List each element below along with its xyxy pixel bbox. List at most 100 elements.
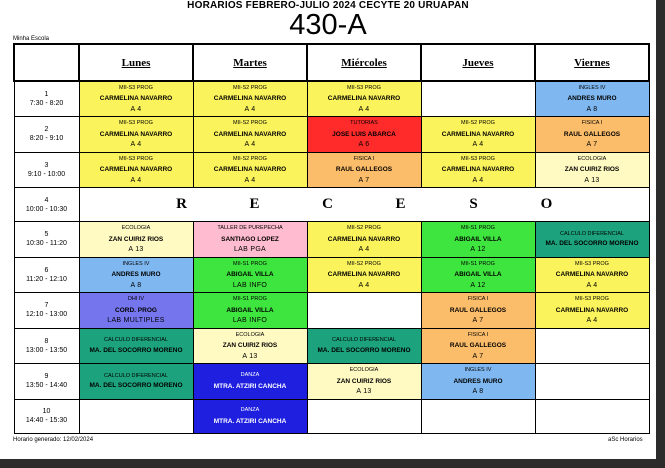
teacher-name: ZAN CUIRIZ RIOS <box>108 235 164 243</box>
class-cell: DANZA MTRA. ATZIRI CANCHA <box>194 406 306 426</box>
class-cell: ECOLOGIA ZAN CUIRIZ RIOS A 13 <box>80 224 192 255</box>
class-cell: INGLES IV ANDRES MURO A 8 <box>80 260 192 291</box>
class-slot-viernes: CALCULO DIFERENCIAL MA. DEL SOCORRO MOREN… <box>534 221 650 258</box>
class-slot-miercoles: CALCULO DIFERENCIAL MA. DEL SOCORRO MOREN… <box>306 327 422 364</box>
receso-letter: E <box>249 196 260 212</box>
class-cell: FISICA I RAUL GALLEGOS A 7 <box>536 119 648 150</box>
room-name: A 7 <box>472 317 484 324</box>
class-cell: DANZA MTRA. ATZIRI CANCHA <box>194 371 306 391</box>
period-label: 2 8:20 - 9:10 <box>13 116 80 153</box>
generated-date: Horario generado: 12/02/2024 <box>13 437 94 443</box>
class-slot-viernes: ECOLOGIA ZAN CUIRIZ RIOS A 13 <box>534 151 650 188</box>
teacher-name: CORD. PROG <box>115 306 157 314</box>
teacher-name: RAUL GALLEGOS <box>335 166 393 173</box>
day-header-row: Lunes Martes Miércoles Jueves Viernes <box>13 43 650 82</box>
teacher-name: CARMELINA NAVARRO <box>555 271 629 278</box>
subject-name: MII-S3 PROG <box>575 296 609 302</box>
subject-name: ECOLOGIA <box>349 367 379 373</box>
class-slot-jueves: MII-S3 PROG CARMELINA NAVARRO A 4 <box>420 151 536 188</box>
subject-name: CALCULO DIFERENCIAL <box>560 230 624 237</box>
class-slot-viernes: MII-S3 PROG CARMELINA NAVARRO A 4 <box>534 292 650 329</box>
subject-name: MII-S3 PROG <box>119 84 153 91</box>
period-label: 3 9:10 - 10:00 <box>13 151 80 188</box>
period-number: 6 <box>44 266 49 274</box>
class-cell: MII-S2 PROG CARMELINA NAVARRO A 4 <box>194 84 306 115</box>
subject-name: CALCULO DIFERENCIAL <box>104 337 168 344</box>
class-slot-jueves: MII-S1 PROG ABIGAIL VILLA A 12 <box>420 256 536 293</box>
period-number: 4 <box>44 196 49 204</box>
teacher-name: CARMELINA NAVARRO <box>99 166 173 173</box>
period-number: 1 <box>44 91 49 98</box>
room-name: A 8 <box>130 281 142 289</box>
teacher-name: CARMELINA NAVARRO <box>213 95 287 103</box>
room-name: LAB PGA <box>233 246 267 253</box>
room-name: LAB INFO <box>232 281 268 289</box>
subject-name: CALCULO DIFERENCIAL <box>332 337 396 344</box>
teacher-name: CARMELINA NAVARRO <box>99 95 173 103</box>
period-label: 10 14:40 - 15:30 <box>13 398 80 434</box>
day-header-lunes: Lunes <box>78 43 194 82</box>
period-label: 1 7:30 - 8:20 <box>13 80 80 117</box>
subject-name: TALLER DE PUREPECHA <box>217 225 283 231</box>
empty-slot-miercoles <box>306 398 422 434</box>
class-slot-martes: MII-S1 PROG ABIGAIL VILLA LAB INFO <box>192 256 308 293</box>
class-slot-lunes: CALCULO DIFERENCIAL MA. DEL SOCORRO MOREN… <box>78 363 194 400</box>
class-slot-jueves: MII-S1 PROG ABIGAIL VILLA A 12 <box>420 221 536 258</box>
class-cell: INGLES IV ANDRES MURO A 8 <box>422 366 534 397</box>
class-slot-lunes: INGLES IV ANDRES MURO A 8 <box>78 256 194 293</box>
subject-name: INGLES IV <box>464 367 492 373</box>
subject-name: MII-S3 PROG <box>461 155 495 162</box>
subject-name: TUTORIAS <box>350 120 378 126</box>
class-cell: ECOLOGIA ZAN CUIRIZ RIOS A 13 <box>194 331 306 362</box>
class-cell: CALCULO DIFERENCIAL MA. DEL SOCORRO MOREN… <box>536 230 648 249</box>
class-slot-jueves: INGLES IV ANDRES MURO A 8 <box>420 363 536 400</box>
subject-name: MII-S1 PROG <box>233 296 267 302</box>
subject-name: FISICA I <box>353 155 375 162</box>
period-time: 12:10 - 13:00 <box>25 311 68 319</box>
class-slot-martes: MII-S2 PROG CARMELINA NAVARRO A 4 <box>192 80 308 117</box>
subject-name: MII-S2 PROG <box>233 120 267 126</box>
teacher-name: ZAN CUIRIZ RIOS <box>336 377 392 385</box>
teacher-name: ANDRES MURO <box>453 377 503 385</box>
subject-name: MII-S2 PROG <box>347 260 381 267</box>
room-name: A 8 <box>472 388 484 395</box>
class-cell: INGLES IV ANDRES MURO A 8 <box>536 84 648 115</box>
period-number: 8 <box>44 337 49 345</box>
class-cell: MII-S3 PROG CARMELINA NAVARRO A 4 <box>536 295 648 326</box>
class-slot-martes: MII-S1 PROG ABIGAIL VILLA LAB INFO <box>192 292 308 329</box>
class-cell: MII-S1 PROG ABIGAIL VILLA LAB INFO <box>194 295 306 326</box>
period-label: 4 10:00 - 10:30 <box>13 187 80 222</box>
period-time: 13:00 - 13:50 <box>25 346 68 354</box>
class-cell: MII-S3 PROG CARMELINA NAVARRO A 4 <box>80 119 192 150</box>
room-name: A 4 <box>244 176 256 184</box>
teacher-name: RAUL GALLEGOS <box>449 342 507 349</box>
teacher-name: CARMELINA NAVARRO <box>99 130 173 138</box>
period-row-10: 10 14:40 - 15:30 DANZA MTRA. ATZIRI CANCHA <box>13 398 650 434</box>
schedule-table: Lunes Martes Miércoles Jueves Viernes 1 7… <box>13 43 650 434</box>
class-cell: MII-S1 PROG ABIGAIL VILLA LAB INFO <box>194 260 306 291</box>
room-name: LAB INFO <box>232 317 268 324</box>
period-time: 9:10 - 10:00 <box>27 170 66 178</box>
class-cell: MII-S2 PROG CARMELINA NAVARRO A 4 <box>194 119 306 150</box>
class-slot-viernes: INGLES IV ANDRES MURO A 8 <box>534 80 650 117</box>
period-time: 11:20 - 12:10 <box>26 275 67 283</box>
teacher-name: MA. DEL SOCORRO MORENO <box>545 240 639 248</box>
class-cell: MII-S2 PROG CARMELINA NAVARRO A 4 <box>194 155 306 186</box>
period-number: 10 <box>42 408 51 415</box>
class-cell: ECOLOGIA ZAN CUIRIZ RIOS A 13 <box>536 155 648 186</box>
room-name: A 12 <box>470 281 486 289</box>
receso-letter: O <box>540 196 553 212</box>
period-time: 14:40 - 15:30 <box>25 417 68 424</box>
empty-slot-viernes <box>534 327 650 364</box>
class-cell: MII-S2 PROG CARMELINA NAVARRO A 4 <box>422 119 534 150</box>
period-time: 10:30 - 11:20 <box>26 240 67 248</box>
class-slot-lunes: ECOLOGIA ZAN CUIRIZ RIOS A 13 <box>78 221 194 258</box>
subject-name: MII-S2 PROG <box>347 225 381 231</box>
room-name: A 13 <box>356 388 372 395</box>
class-slot-miercoles: MII-S2 PROG CARMELINA NAVARRO A 4 <box>306 221 422 258</box>
room-name: A 4 <box>586 317 598 324</box>
class-slot-jueves: FISICA I RAUL GALLEGOS A 7 <box>420 327 536 364</box>
receso-letter: E <box>395 196 406 212</box>
class-slot-miercoles: TUTORIAS JOSE LUIS ABARCA A 6 <box>306 116 422 153</box>
empty-slot-viernes <box>534 363 650 400</box>
